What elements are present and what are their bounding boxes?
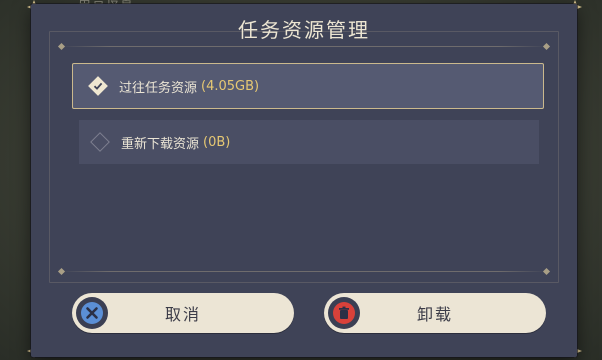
cancel-button-label: 取消 — [164, 305, 201, 324]
option-redownload-resources[interactable]: 重新下载资源 (0B) — [79, 120, 539, 164]
unchecked-diamond-icon — [90, 132, 110, 152]
uninstall-button[interactable]: 卸载 — [324, 293, 546, 333]
option-size: (4.05GB) — [201, 78, 260, 94]
bottom-divider — [61, 271, 547, 272]
option-size: (0B) — [203, 134, 231, 150]
resource-management-dialog: 任务资源管理 过往任务资源 (4.05GB) 重新下载资源 (0B) 取消 卸载 — [31, 4, 577, 357]
dialog-title: 任务资源管理 — [238, 18, 370, 42]
close-x-icon — [76, 297, 108, 329]
uninstall-button-label: 卸载 — [416, 305, 453, 324]
trash-icon — [328, 297, 360, 329]
top-divider — [61, 46, 547, 47]
cancel-button[interactable]: 取消 — [72, 293, 294, 333]
checked-diamond-icon — [88, 76, 108, 96]
option-label: 重新下载资源 — [121, 136, 200, 152]
option-past-quest-resources[interactable]: 过往任务资源 (4.05GB) — [72, 63, 544, 109]
option-label: 过往任务资源 — [119, 80, 198, 96]
